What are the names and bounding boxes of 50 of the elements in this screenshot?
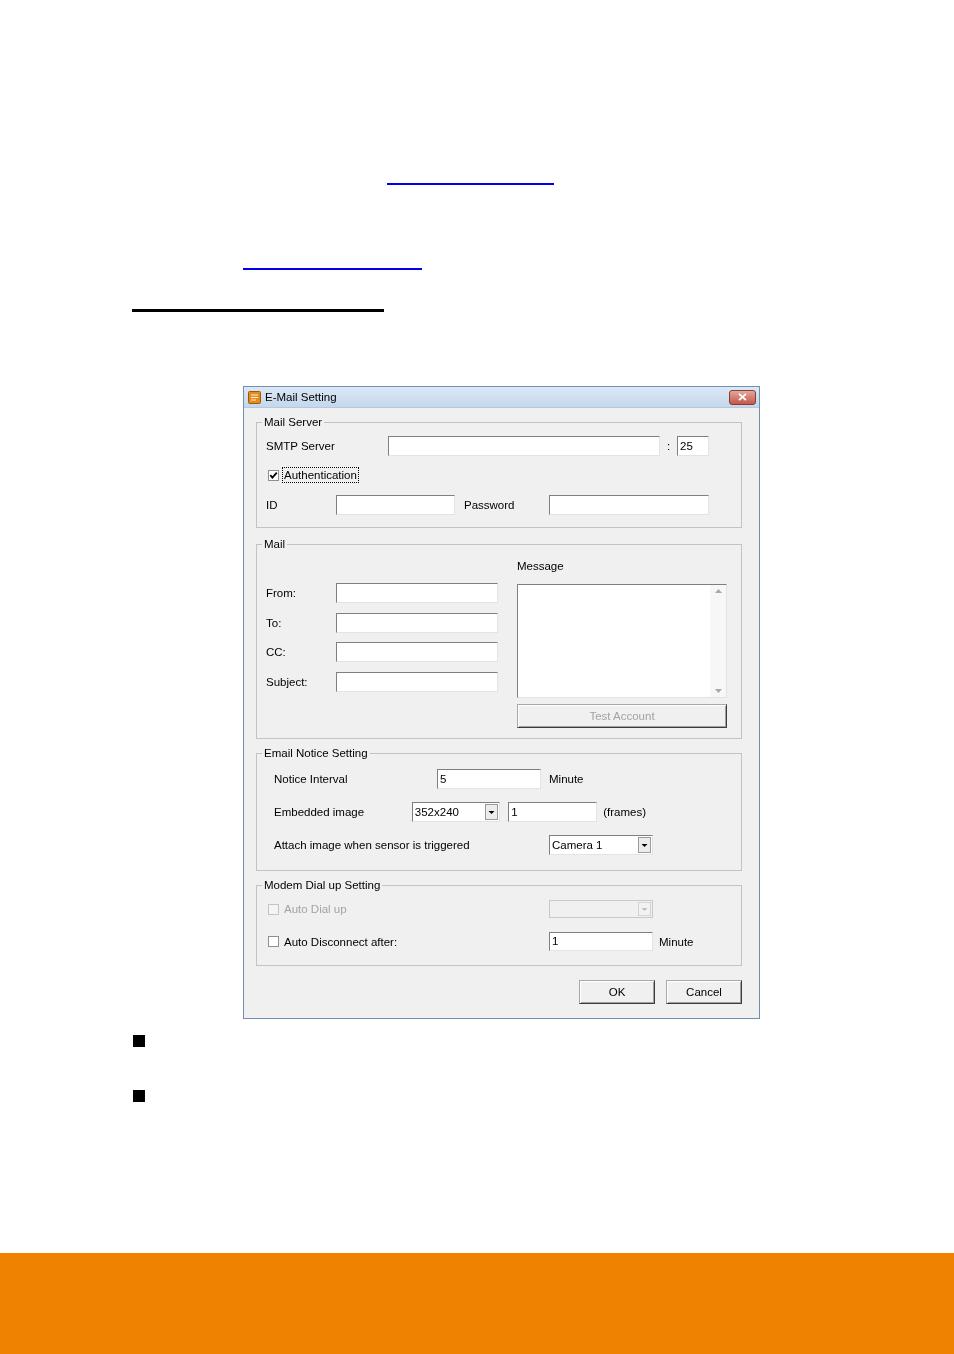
notepad-icon xyxy=(248,390,261,404)
port-field[interactable]: 25 xyxy=(677,436,709,456)
password-field[interactable] xyxy=(549,495,709,515)
field-label: Notice Interval xyxy=(274,773,349,785)
close-button[interactable] xyxy=(729,389,756,405)
frames-field[interactable]: 1 xyxy=(508,802,598,822)
group-title: Mail xyxy=(263,538,287,551)
smtp-server-field[interactable] xyxy=(388,436,660,456)
input-field[interactable] xyxy=(336,642,498,662)
input-field[interactable] xyxy=(336,612,498,633)
unit-label: Minute xyxy=(549,773,585,785)
port-separator: : xyxy=(665,440,672,452)
scroll-down-icon[interactable] xyxy=(714,689,722,693)
scroll-up-icon[interactable] xyxy=(714,589,722,593)
field-label: SMTP Server xyxy=(266,440,336,452)
field-label: CC: xyxy=(266,646,287,658)
checkbox[interactable] xyxy=(268,469,279,481)
message-field[interactable] xyxy=(517,584,727,698)
id-field[interactable] xyxy=(336,495,455,515)
checkbox-label[interactable]: Auto Disconnect after: xyxy=(282,933,400,950)
group-title: Email Notice Setting xyxy=(263,747,369,760)
close-icon xyxy=(738,393,747,401)
field-label: Message xyxy=(517,560,565,573)
input-field[interactable] xyxy=(336,583,498,603)
bullet-icon xyxy=(133,1035,145,1047)
window-title: E-Mail Setting xyxy=(265,391,337,403)
group-title: Modem Dial up Setting xyxy=(263,879,382,892)
field-label: Subject: xyxy=(266,675,309,688)
field-label: To: xyxy=(266,616,283,629)
camera-dropdown[interactable]: Camera 1 xyxy=(549,835,653,855)
caret-icon[interactable] xyxy=(485,804,499,820)
image-size-dropdown[interactable]: 352x240 xyxy=(411,802,501,822)
field-label: ID xyxy=(266,499,279,511)
checkbox[interactable] xyxy=(268,936,279,947)
field-label: Attach image when sensor is triggered xyxy=(274,839,471,851)
unit-label: (frames) xyxy=(603,806,647,818)
unit-label: Minute xyxy=(659,935,694,948)
field-label: Embedded image xyxy=(274,806,366,818)
interval-field[interactable]: 5 xyxy=(437,769,541,789)
input-field[interactable] xyxy=(336,671,498,692)
group-title: Mail Server xyxy=(263,416,324,429)
field-label: Password xyxy=(464,499,516,511)
dialog-button[interactable]: OK xyxy=(579,980,655,1004)
field-label: From: xyxy=(266,587,298,599)
scrollbar[interactable] xyxy=(710,585,726,697)
caret-icon[interactable] xyxy=(638,837,651,853)
dialog-button[interactable]: Cancel xyxy=(666,980,742,1004)
bullet-icon xyxy=(133,1090,145,1102)
checkbox-label[interactable]: Authentication xyxy=(282,467,359,483)
minutes-field[interactable]: 1 xyxy=(549,932,653,951)
